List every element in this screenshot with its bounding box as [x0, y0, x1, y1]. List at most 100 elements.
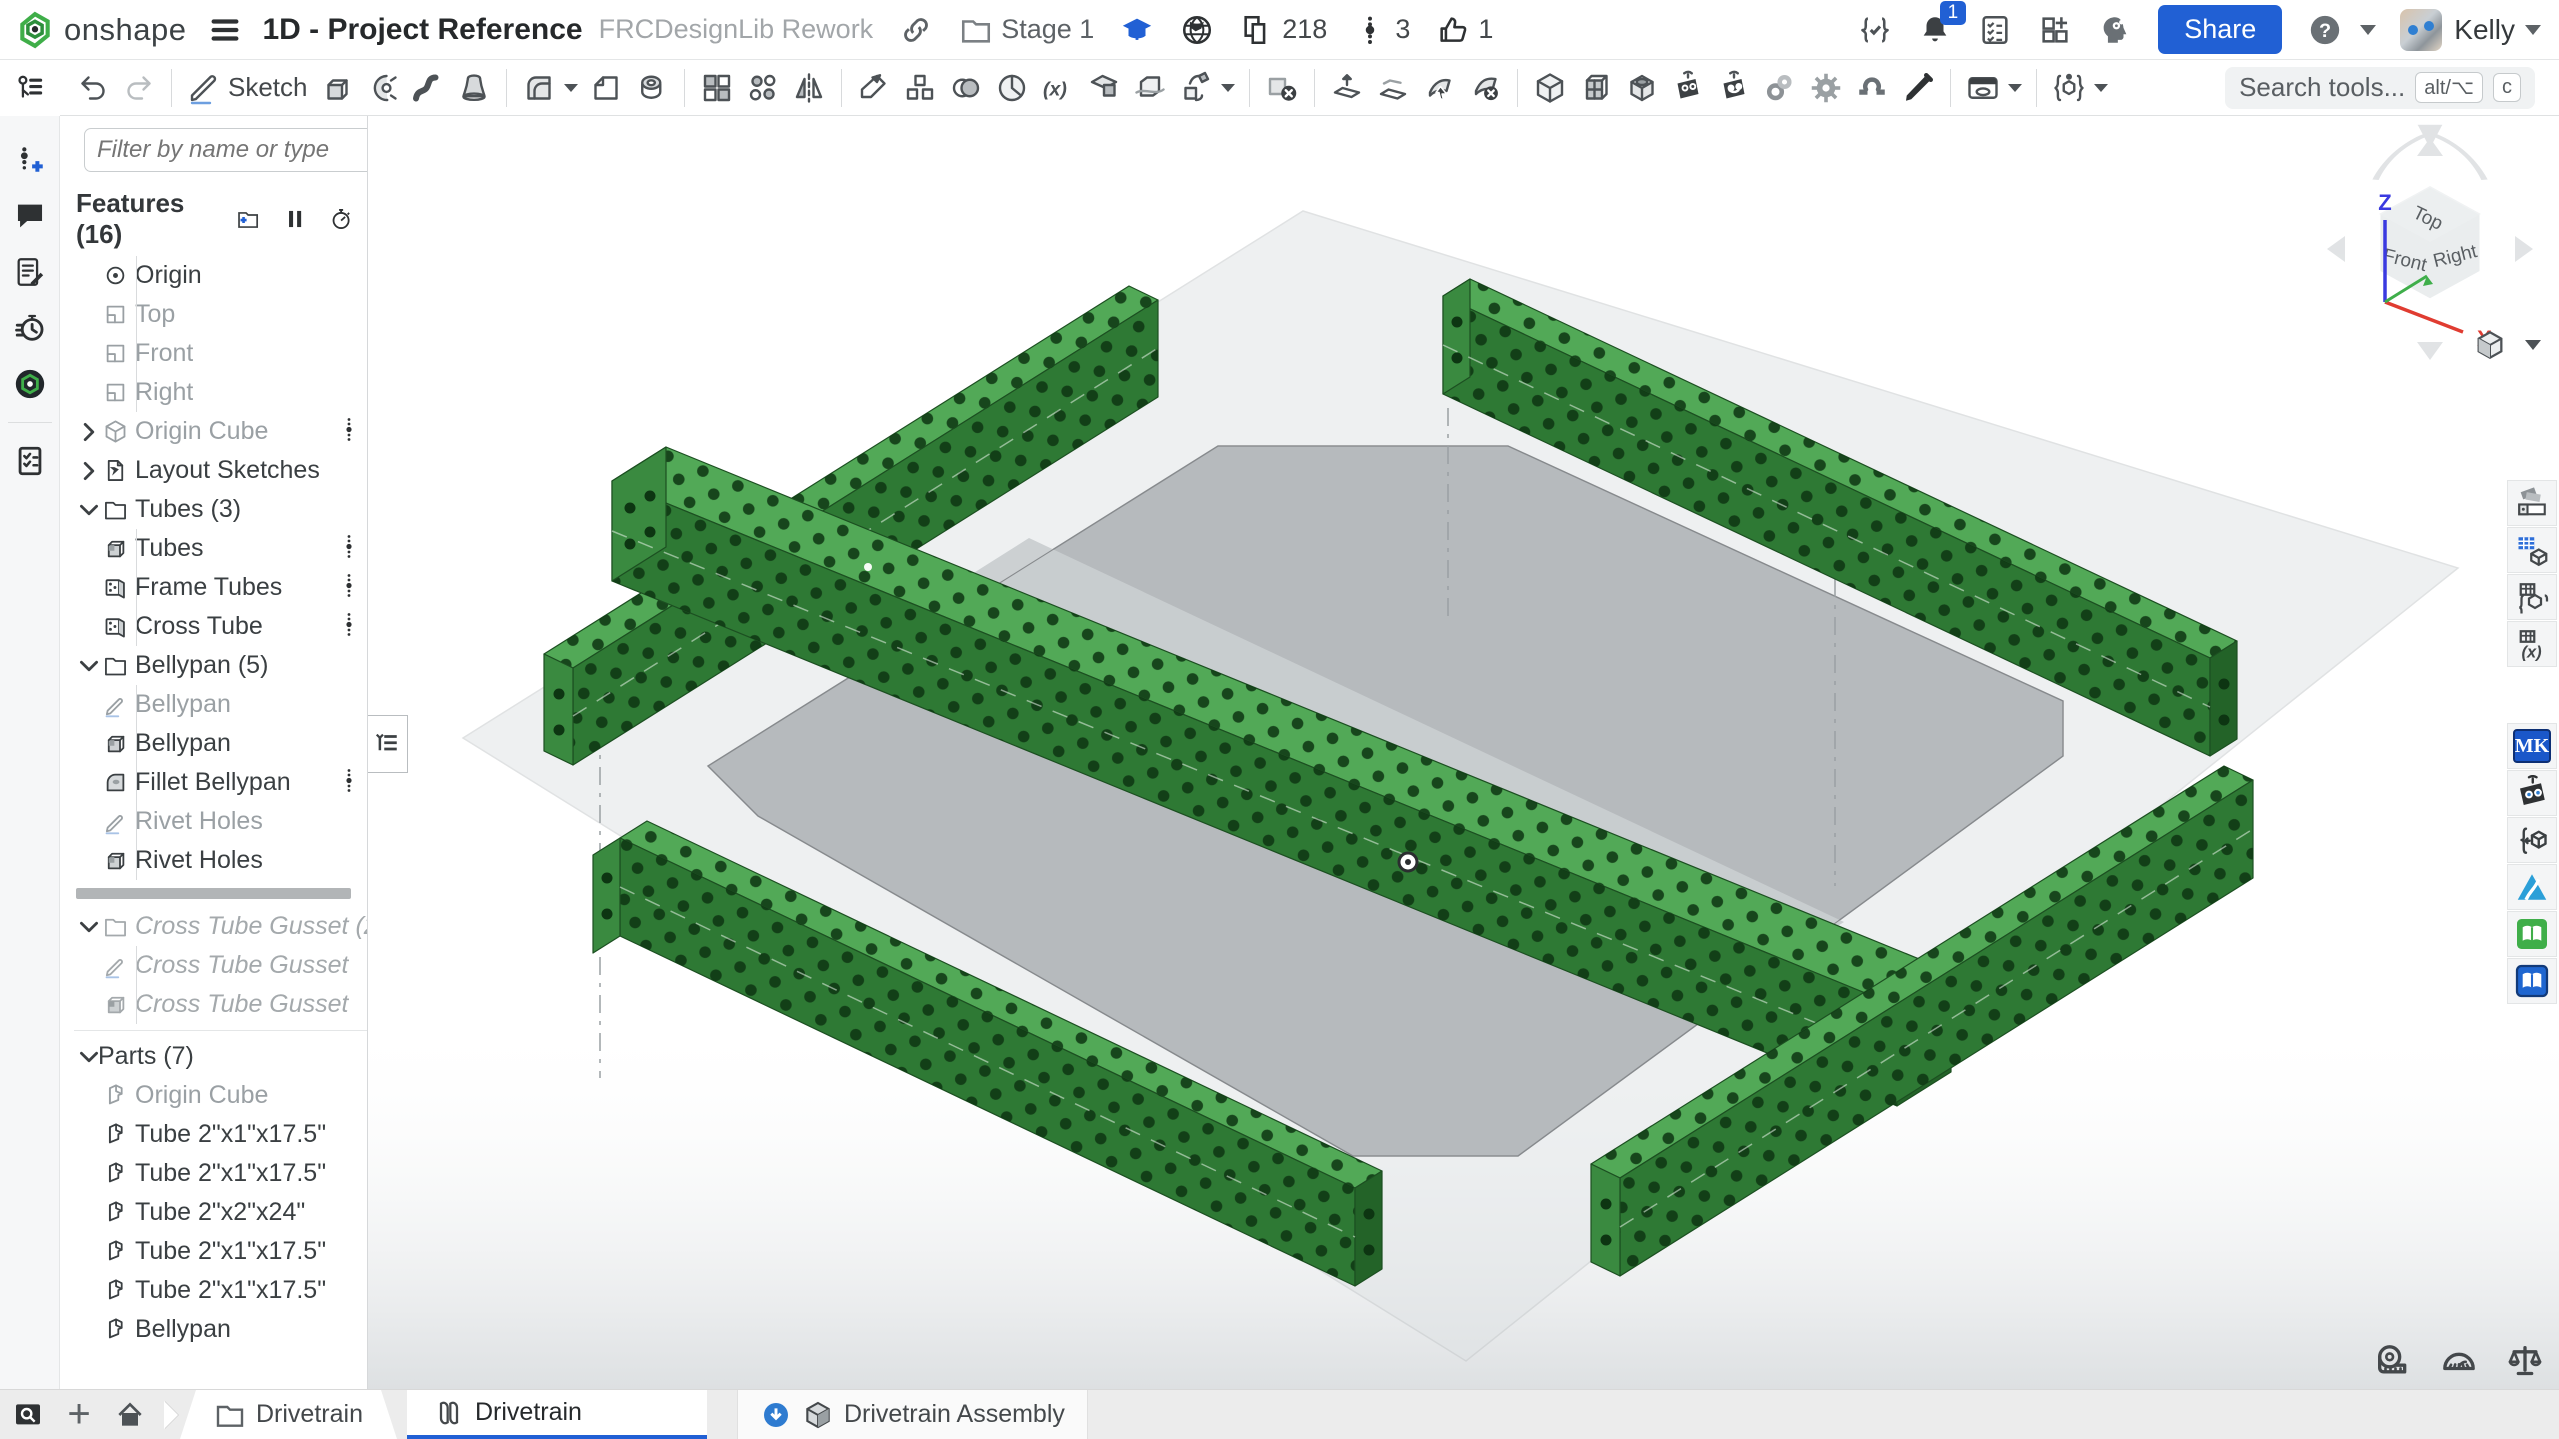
toolbar-mirror-button[interactable]	[786, 66, 832, 110]
toolbar-hole-button[interactable]	[629, 66, 675, 110]
toolbar-split-button[interactable]	[1127, 66, 1173, 110]
viewport-3d[interactable]: Top Front Right Z X (x)MK	[368, 116, 2559, 1389]
right-rail-robot-helper-button[interactable]	[2507, 770, 2557, 816]
chevron-down-icon[interactable]	[72, 914, 98, 940]
feature-row-frame-tubes[interactable]: Frame Tubes	[60, 568, 367, 607]
chevron-down-icon[interactable]	[72, 497, 98, 523]
model-scene[interactable]	[368, 116, 2559, 1389]
feature-row-cross-tube-gusset[interactable]: Cross Tube Gusset	[60, 985, 367, 1024]
learning-center-button[interactable]	[1120, 13, 1154, 47]
help-menu[interactable]: ?	[2308, 13, 2376, 47]
feature-row-rivet-holes[interactable]: Rivet Holes	[60, 841, 367, 880]
toolbar-circular-pattern-button[interactable]	[740, 66, 786, 110]
chevron-down-icon[interactable]	[72, 653, 98, 679]
feature-row-rivet-holes[interactable]: Rivet Holes	[60, 802, 367, 841]
feature-row-layout-sketches[interactable]: Layout Sketches	[60, 451, 367, 490]
mass-properties-button[interactable]	[2505, 1341, 2545, 1381]
share-button[interactable]: Share	[2158, 5, 2282, 54]
toolbar-fs-cube-button[interactable]	[2046, 66, 2113, 110]
ai-advisor-button[interactable]	[2098, 13, 2132, 47]
right-rail-config-variables-button[interactable]: (x)	[2507, 621, 2557, 667]
toolbar-robot-b-button[interactable]	[1711, 66, 1757, 110]
right-rail-config-derived-button[interactable]	[2507, 574, 2557, 620]
tab-assembly-drivetrain[interactable]: Drivetrain Assembly	[737, 1390, 1088, 1439]
chevron-right-icon[interactable]	[72, 419, 98, 445]
feature-list-flyout-button[interactable]	[368, 715, 408, 773]
toolbar-intersect-button[interactable]	[943, 66, 989, 110]
toolbar-sweep-button[interactable]	[405, 66, 451, 110]
display-mode-button[interactable]	[2473, 328, 2541, 362]
toolbar-grid-cube-button[interactable]	[1573, 66, 1619, 110]
feature-row-origin[interactable]: Origin	[60, 256, 367, 295]
toolbar-origin-cube-button[interactable]	[1527, 66, 1573, 110]
chevron-down-icon[interactable]	[72, 1044, 98, 1070]
feature-row-cross-tube-gusset[interactable]: Cross Tube Gusset	[60, 946, 367, 985]
main-menu-icon[interactable]	[208, 13, 242, 47]
tab-folder-drivetrain[interactable]: Drivetrain	[180, 1390, 397, 1439]
left-rail-tasks-button[interactable]	[0, 433, 60, 489]
rollback-bar[interactable]	[76, 888, 351, 899]
toolbar-belt-button[interactable]	[1757, 66, 1803, 110]
toolbar-move-face-button[interactable]	[1416, 66, 1462, 110]
tab-search-button[interactable]	[0, 1390, 56, 1439]
stopwatch-icon[interactable]	[329, 204, 353, 234]
tab-partstudio-drivetrain[interactable]: Drivetrain	[407, 1390, 707, 1439]
feature-row-tube-2-x2-x24[interactable]: Tube 2"x2"x24"	[60, 1193, 367, 1232]
copies-counter[interactable]: 218	[1240, 13, 1327, 47]
left-rail-comments-button[interactable]	[0, 188, 60, 244]
toolbar-marker-button[interactable]	[1895, 66, 1941, 110]
filter-input[interactable]	[84, 128, 368, 172]
home-tab-button[interactable]	[102, 1390, 158, 1439]
feature-row-tube-2-x1-x17-5[interactable]: Tube 2"x1"x17.5"	[60, 1115, 367, 1154]
add-folder-icon[interactable]	[236, 204, 260, 234]
user-menu-caret-icon[interactable]	[2525, 25, 2541, 35]
toolbar-gear-button[interactable]	[1803, 66, 1849, 110]
toolbar-chamfer-button[interactable]	[583, 66, 629, 110]
workspace-selector[interactable]: Stage 1	[959, 13, 1094, 47]
feature-row-front[interactable]: Front	[60, 334, 367, 373]
drag-handle-icon[interactable]	[343, 612, 355, 642]
toolbar-loft-button[interactable]	[451, 66, 497, 110]
feature-row-top[interactable]: Top	[60, 295, 367, 334]
feature-row-origin-cube[interactable]: Origin Cube	[60, 412, 367, 451]
user-name[interactable]: Kelly	[2454, 14, 2515, 46]
toolbar-redo-button[interactable]	[116, 66, 162, 110]
toolbar-delete-part-button[interactable]	[1259, 66, 1305, 110]
toolbar-robot-a-button[interactable]	[1665, 66, 1711, 110]
feature-row-tubes[interactable]: Tubes	[60, 529, 367, 568]
feature-row-tubes-3[interactable]: Tubes (3)	[60, 490, 367, 529]
right-rail-config-table-button[interactable]	[2507, 527, 2557, 573]
versions-counter[interactable]: 3	[1353, 13, 1410, 47]
chevron-right-icon[interactable]	[72, 458, 98, 484]
feature-row-cross-tube[interactable]: Cross Tube	[60, 607, 367, 646]
toolbar-fillet-button[interactable]	[516, 66, 583, 110]
left-rail-feature-list-button[interactable]	[0, 60, 60, 116]
feature-row-tube-2-x1-x17-5[interactable]: Tube 2"x1"x17.5"	[60, 1232, 367, 1271]
toolbar-variable-button[interactable]: (x)	[1035, 66, 1081, 110]
drag-handle-icon[interactable]	[343, 573, 355, 603]
copy-link-button[interactable]	[899, 13, 933, 47]
toolbar-revolve-button[interactable]	[359, 66, 405, 110]
feature-row-tube-2-x1-x17-5[interactable]: Tube 2"x1"x17.5"	[60, 1154, 367, 1193]
toolbar-transform-button[interactable]	[1173, 66, 1240, 110]
app-store-button[interactable]	[2038, 13, 2072, 47]
search-tools[interactable]: Search tools... alt/⌥ c	[2225, 67, 2535, 109]
toolbar-tube-button[interactable]	[1619, 66, 1665, 110]
feature-row-tube-2-x1-x17-5[interactable]: Tube 2"x1"x17.5"	[60, 1271, 367, 1310]
pause-updates-icon[interactable]	[283, 204, 307, 234]
drag-handle-icon[interactable]	[343, 768, 355, 798]
left-rail-notes-button[interactable]	[0, 244, 60, 300]
protractor-button[interactable]	[2439, 1341, 2479, 1381]
right-rail-appearances-button[interactable]	[2507, 480, 2557, 526]
origin-marker[interactable]	[1399, 853, 1417, 871]
feature-row-parts-7[interactable]: Parts (7)	[60, 1037, 367, 1076]
feature-row-cross-tube-gusset-2[interactable]: Cross Tube Gusset (2)	[60, 907, 367, 946]
featurescript-status-button[interactable]	[1858, 13, 1892, 47]
document-title[interactable]: 1D - Project Reference	[262, 13, 582, 47]
public-document-button[interactable]	[1180, 13, 1214, 47]
new-tab-button[interactable]: +	[56, 1390, 102, 1439]
toolbar-linear-pattern-button[interactable]	[694, 66, 740, 110]
likes-counter[interactable]: 1	[1436, 13, 1493, 47]
avatar[interactable]	[2400, 9, 2442, 51]
feature-row-fillet-bellypan[interactable]: Fillet Bellypan	[60, 763, 367, 802]
